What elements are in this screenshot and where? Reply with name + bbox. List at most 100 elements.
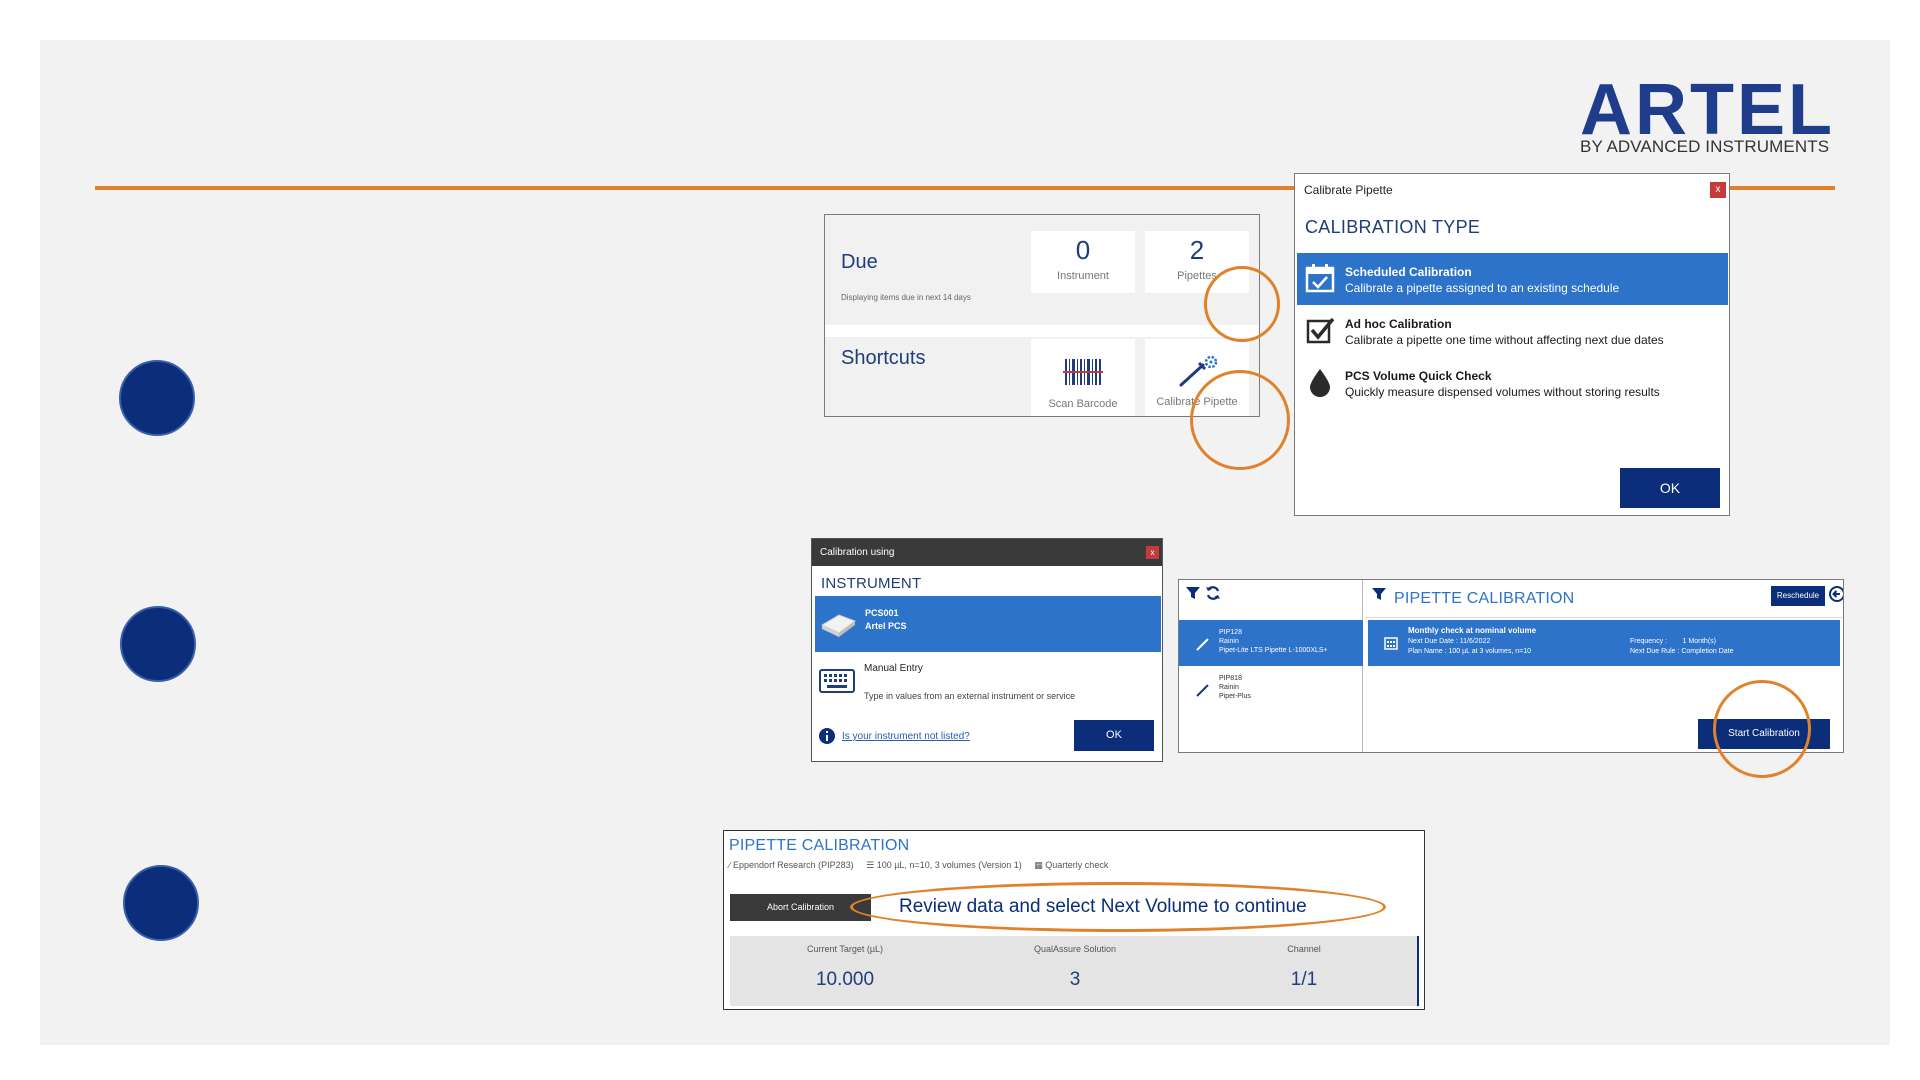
option-title: Ad hoc Calibration <box>1345 317 1452 331</box>
reschedule-button[interactable]: Reschedule <box>1771 586 1825 606</box>
pipette-gear-icon <box>1179 355 1218 387</box>
pipette-list-item[interactable]: PIP128 Rainin Pipet-Lite LTS Pipette L-1… <box>1179 620 1363 666</box>
pipette-model: Pipet-Plus <box>1219 693 1251 700</box>
artel-logo-mark: ARTEL <box>1580 74 1835 140</box>
instrument-not-listed-link[interactable]: Is your instrument not listed? <box>842 731 970 742</box>
option-title: PCS Volume Quick Check <box>1345 369 1492 383</box>
close-button[interactable]: x <box>1710 182 1726 198</box>
field-value: 10.000 <box>815 969 875 990</box>
manual-entry-desc: Type in values from an external instrume… <box>864 691 1076 701</box>
due-label: Due <box>841 251 878 273</box>
pipettes-count: 2 <box>1189 235 1205 265</box>
pipette-brand: Rainin <box>1219 684 1239 691</box>
channel-field: Channel 1/1 <box>1189 936 1419 991</box>
pipette-id: PIP818 <box>1219 675 1242 682</box>
run-schedule: Quarterly check <box>1045 860 1109 870</box>
instrument-label: Instrument <box>1057 270 1109 282</box>
refresh-icon[interactable] <box>1205 585 1221 601</box>
dialog-title-bar: Calibration using <box>812 539 1162 566</box>
schedule-rule: Next Due Rule : Completion Date <box>1630 648 1734 655</box>
calibration-type-dialog: Calibrate Pipette x CALIBRATION TYPE Sch… <box>1294 173 1730 516</box>
schedule-row[interactable]: Monthly check at nominal volume Next Due… <box>1368 620 1840 666</box>
calendar-icon: ▦ <box>1034 860 1043 870</box>
barcode-icon <box>1063 359 1103 385</box>
pipette-icon <box>1196 638 1209 651</box>
calibrate-pipette-shortcut[interactable]: Calibrate Pipette <box>1145 339 1249 416</box>
instrument-name: Artel PCS <box>865 621 907 631</box>
scan-barcode-shortcut[interactable]: Scan Barcode <box>1031 339 1135 416</box>
pipette-calibration-list: PIP128 Rainin Pipet-Lite LTS Pipette L-1… <box>1178 579 1844 753</box>
field-label: QualAssure Solution <box>1033 944 1117 954</box>
option-desc: Calibrate a pipette assigned to an exist… <box>1345 281 1620 295</box>
option-desc: Quickly measure dispensed volumes withou… <box>1345 385 1660 399</box>
manual-entry-title: Manual Entry <box>864 663 923 674</box>
instrument-heading: INSTRUMENT <box>821 575 922 592</box>
current-target-field: Current Target (µL) 10.000 <box>730 936 960 991</box>
pipette-calibration-title: PIPETTE CALIBRATION <box>1394 590 1575 607</box>
svg-text:ARTEL: ARTEL <box>1580 74 1835 140</box>
run-title: PIPETTE CALIBRATION <box>729 837 910 854</box>
run-meta: ∕ Eppendorf Research (PIP283) ☰ 100 µL, … <box>729 860 1108 871</box>
pipette-icon <box>1196 684 1209 697</box>
instrument-text: PCS001 Artel PCS <box>865 607 907 633</box>
drop-icon <box>1310 369 1330 397</box>
option-adhoc-calibration[interactable]: Ad hoc Calibration Calibrate a pipette o… <box>1297 305 1728 357</box>
status-message: Review data and select Next Volume to co… <box>899 896 1307 917</box>
pipette-brand: Rainin <box>1219 638 1239 645</box>
schedule-name: Monthly check at nominal volume <box>1408 626 1537 635</box>
run-values-grid: Current Target (µL) 10.000 QualAssure So… <box>730 936 1419 1006</box>
schedule-frequency: Frequency : 1 Month(s) <box>1630 638 1716 645</box>
pipettes-label: Pipettes <box>1177 270 1217 282</box>
field-value: 1/1 <box>1290 969 1318 990</box>
instrument-device-icon <box>820 614 857 637</box>
start-calibration-button[interactable]: Start Calibration <box>1698 719 1830 749</box>
panel-separator <box>825 325 1259 337</box>
shortcuts-label: Shortcuts <box>841 347 926 369</box>
back-arrow-icon[interactable] <box>1829 586 1844 602</box>
pipette-calibration-header: PIPETTE CALIBRATION Reschedule <box>1365 580 1844 618</box>
qualassure-solution-field: QualAssure Solution 3 <box>960 936 1190 991</box>
pipette-calibration-run-panel: PIPETTE CALIBRATION ∕ Eppendorf Research… <box>723 830 1425 1010</box>
pipettes-due-tile[interactable]: 2 Pipettes <box>1145 231 1249 293</box>
abort-calibration-button[interactable]: Abort Calibration <box>730 894 871 921</box>
step-bullet-2 <box>120 606 196 682</box>
filter-icon[interactable] <box>1185 585 1201 601</box>
instrument-dialog: Calibration using x INSTRUMENT PCS001 Ar… <box>811 538 1163 762</box>
filter-icon[interactable] <box>1371 586 1387 602</box>
info-icon <box>819 728 835 744</box>
checkbox-icon <box>1306 317 1335 344</box>
calibrate-pipette-label: Calibrate Pipette <box>1156 396 1238 408</box>
instrument-count: 0 <box>1075 235 1091 265</box>
option-pcs-quick-check[interactable]: PCS Volume Quick Check Quickly measure d… <box>1297 357 1728 409</box>
run-pipette: Eppendorf Research (PIP283) <box>733 860 854 870</box>
ok-button[interactable]: OK <box>1620 468 1720 508</box>
ok-button[interactable]: OK <box>1074 720 1154 751</box>
instrument-id: PCS001 <box>865 608 899 618</box>
instrument-option-pcs001[interactable]: PCS001 Artel PCS <box>815 596 1161 652</box>
close-button[interactable]: x <box>1146 546 1159 559</box>
pipette-model: Pipet-Lite LTS Pipette L-1000XLS+ <box>1219 647 1328 654</box>
field-value: 3 <box>1069 969 1081 990</box>
run-plan: 100 µL, n=10, 3 volumes (Version 1) <box>876 860 1022 870</box>
instrument-due-tile[interactable]: 0 Instrument <box>1031 231 1135 293</box>
artel-logo: ARTEL BY ADVANCED INSTRUMENTS <box>1580 74 1840 164</box>
scan-barcode-label: Scan Barcode <box>1048 398 1118 410</box>
pipette-id: PIP128 <box>1219 629 1242 636</box>
dashboard-due-panel: Due Displaying items due in next 14 days… <box>824 214 1260 417</box>
pipette-icon: ∕ <box>729 860 731 870</box>
keyboard-icon <box>819 669 855 693</box>
field-label: Current Target (µL) <box>806 944 884 954</box>
pipette-list-item[interactable]: PIP818 Rainin Pipet-Plus <box>1179 666 1363 712</box>
schedule-plan: Plan Name : 100 µL at 3 volumes, n=10 <box>1408 648 1532 655</box>
field-label: Channel <box>1287 944 1321 954</box>
pipette-item-text: PIP128 Rainin Pipet-Lite LTS Pipette L-1… <box>1219 628 1328 655</box>
calendar-icon <box>1384 637 1398 650</box>
list-icon: ☰ <box>866 860 875 870</box>
option-scheduled-calibration[interactable]: Scheduled Calibration Calibrate a pipett… <box>1297 253 1728 305</box>
pipette-list-sidebar: PIP128 Rainin Pipet-Lite LTS Pipette L-1… <box>1179 580 1363 752</box>
option-desc: Calibrate a pipette one time without aff… <box>1345 333 1664 347</box>
step-bullet-3 <box>123 865 199 941</box>
pipette-item-text: PIP818 Rainin Pipet-Plus <box>1219 674 1251 701</box>
calibration-type-heading: CALIBRATION TYPE <box>1305 217 1481 237</box>
step-bullet-1 <box>119 360 195 436</box>
